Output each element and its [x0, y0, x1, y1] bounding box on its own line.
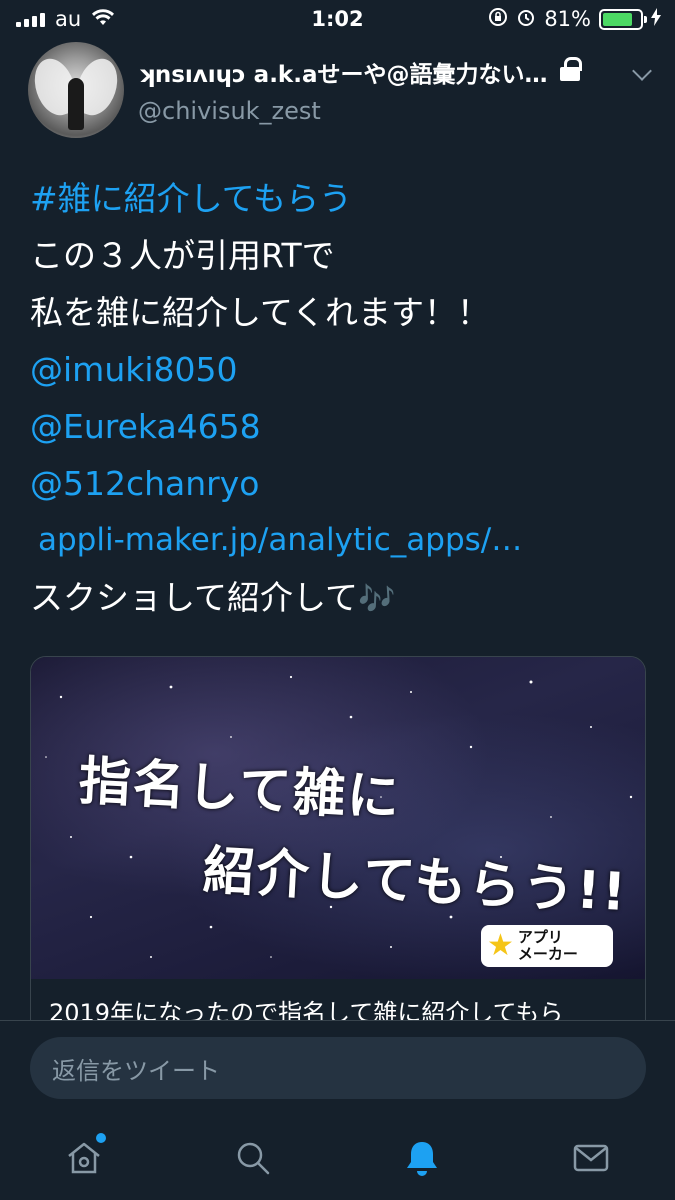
chevron-down-icon[interactable] — [632, 61, 652, 81]
tab-search[interactable] — [213, 1123, 293, 1193]
notification-dot — [96, 1133, 107, 1143]
tab-messages[interactable] — [551, 1123, 631, 1193]
status-left: au — [16, 7, 115, 31]
display-name-text: ʞnsıʌıɥɔ a.k.aせーや@語彙力ない… — [138, 62, 548, 88]
tab-bar — [0, 1116, 675, 1200]
mention-link[interactable]: @imuki8050 — [30, 341, 645, 398]
signal-icon — [16, 11, 45, 27]
lock-icon — [559, 57, 582, 81]
battery-icon — [599, 8, 647, 30]
battery-fill — [603, 12, 633, 26]
tab-home[interactable] — [44, 1123, 124, 1193]
status-bar: au 1:02 81% — [0, 0, 675, 38]
tweet-text: #雑に紹介してもらう この３人が引用RTで 私を雑に紹介してくれます！！ @im… — [30, 170, 645, 628]
battery-percent: 81% — [544, 7, 591, 31]
reply-placeholder: 返信をツイート — [52, 1056, 220, 1085]
tweet-line: スクショして紹介して🎶 — [30, 569, 645, 628]
url-link[interactable]: appli-maker.jp/analytic_apps/… — [30, 512, 645, 569]
appli-maker-logo: ★ アプリ メーカー — [481, 925, 613, 967]
rotation-lock-icon — [488, 7, 508, 32]
reply-bar: 返信をツイート — [0, 1020, 675, 1116]
home-icon — [68, 1142, 101, 1174]
brand-text: メーカー — [517, 945, 578, 963]
card-image[interactable]: 指名して雑に 紹介してもらう!! ★ アプリ メーカー — [31, 657, 645, 979]
tweet-line: この３人が引用RTで — [30, 236, 335, 275]
tab-notifications[interactable] — [382, 1123, 462, 1193]
tweet-line-text: スクショして紹介して — [30, 578, 359, 617]
status-right: 81% — [488, 7, 661, 32]
reply-input[interactable]: 返信をツイート — [30, 1037, 646, 1099]
avatar[interactable] — [28, 42, 124, 138]
hashtag-link[interactable]: #雑に紹介してもらう — [30, 170, 645, 227]
star-icon: ★ — [487, 928, 514, 963]
music-notes-icon: 🎶 — [358, 582, 396, 617]
bell-icon — [406, 1142, 437, 1176]
author-names: ʞnsıʌıɥɔ a.k.aせーや@語彙力ない… @chivisuk_zest — [138, 55, 608, 125]
wifi-icon — [91, 7, 115, 31]
carrier-label: au — [55, 7, 82, 31]
mention-link[interactable]: @512chanryo — [30, 455, 645, 512]
tweet-header: ʞnsıʌıɥɔ a.k.aせーや@語彙力ない… @chivisuk_zest — [28, 40, 653, 140]
author-display-name[interactable]: ʞnsıʌıɥɔ a.k.aせーや@語彙力ない… — [138, 55, 608, 89]
mention-link[interactable]: @Eureka4658 — [30, 398, 645, 455]
tweet-line: 私を雑に紹介してくれます！！ — [30, 293, 491, 332]
charging-icon — [651, 7, 661, 31]
link-card[interactable]: 指名して雑に 紹介してもらう!! ★ アプリ メーカー 2019年になったので指… — [30, 656, 646, 1056]
mail-icon — [573, 1144, 608, 1172]
author-handle[interactable]: @chivisuk_zest — [138, 97, 608, 125]
brand-text: アプリ — [517, 928, 563, 946]
search-icon — [237, 1142, 270, 1175]
alarm-icon — [516, 7, 536, 32]
